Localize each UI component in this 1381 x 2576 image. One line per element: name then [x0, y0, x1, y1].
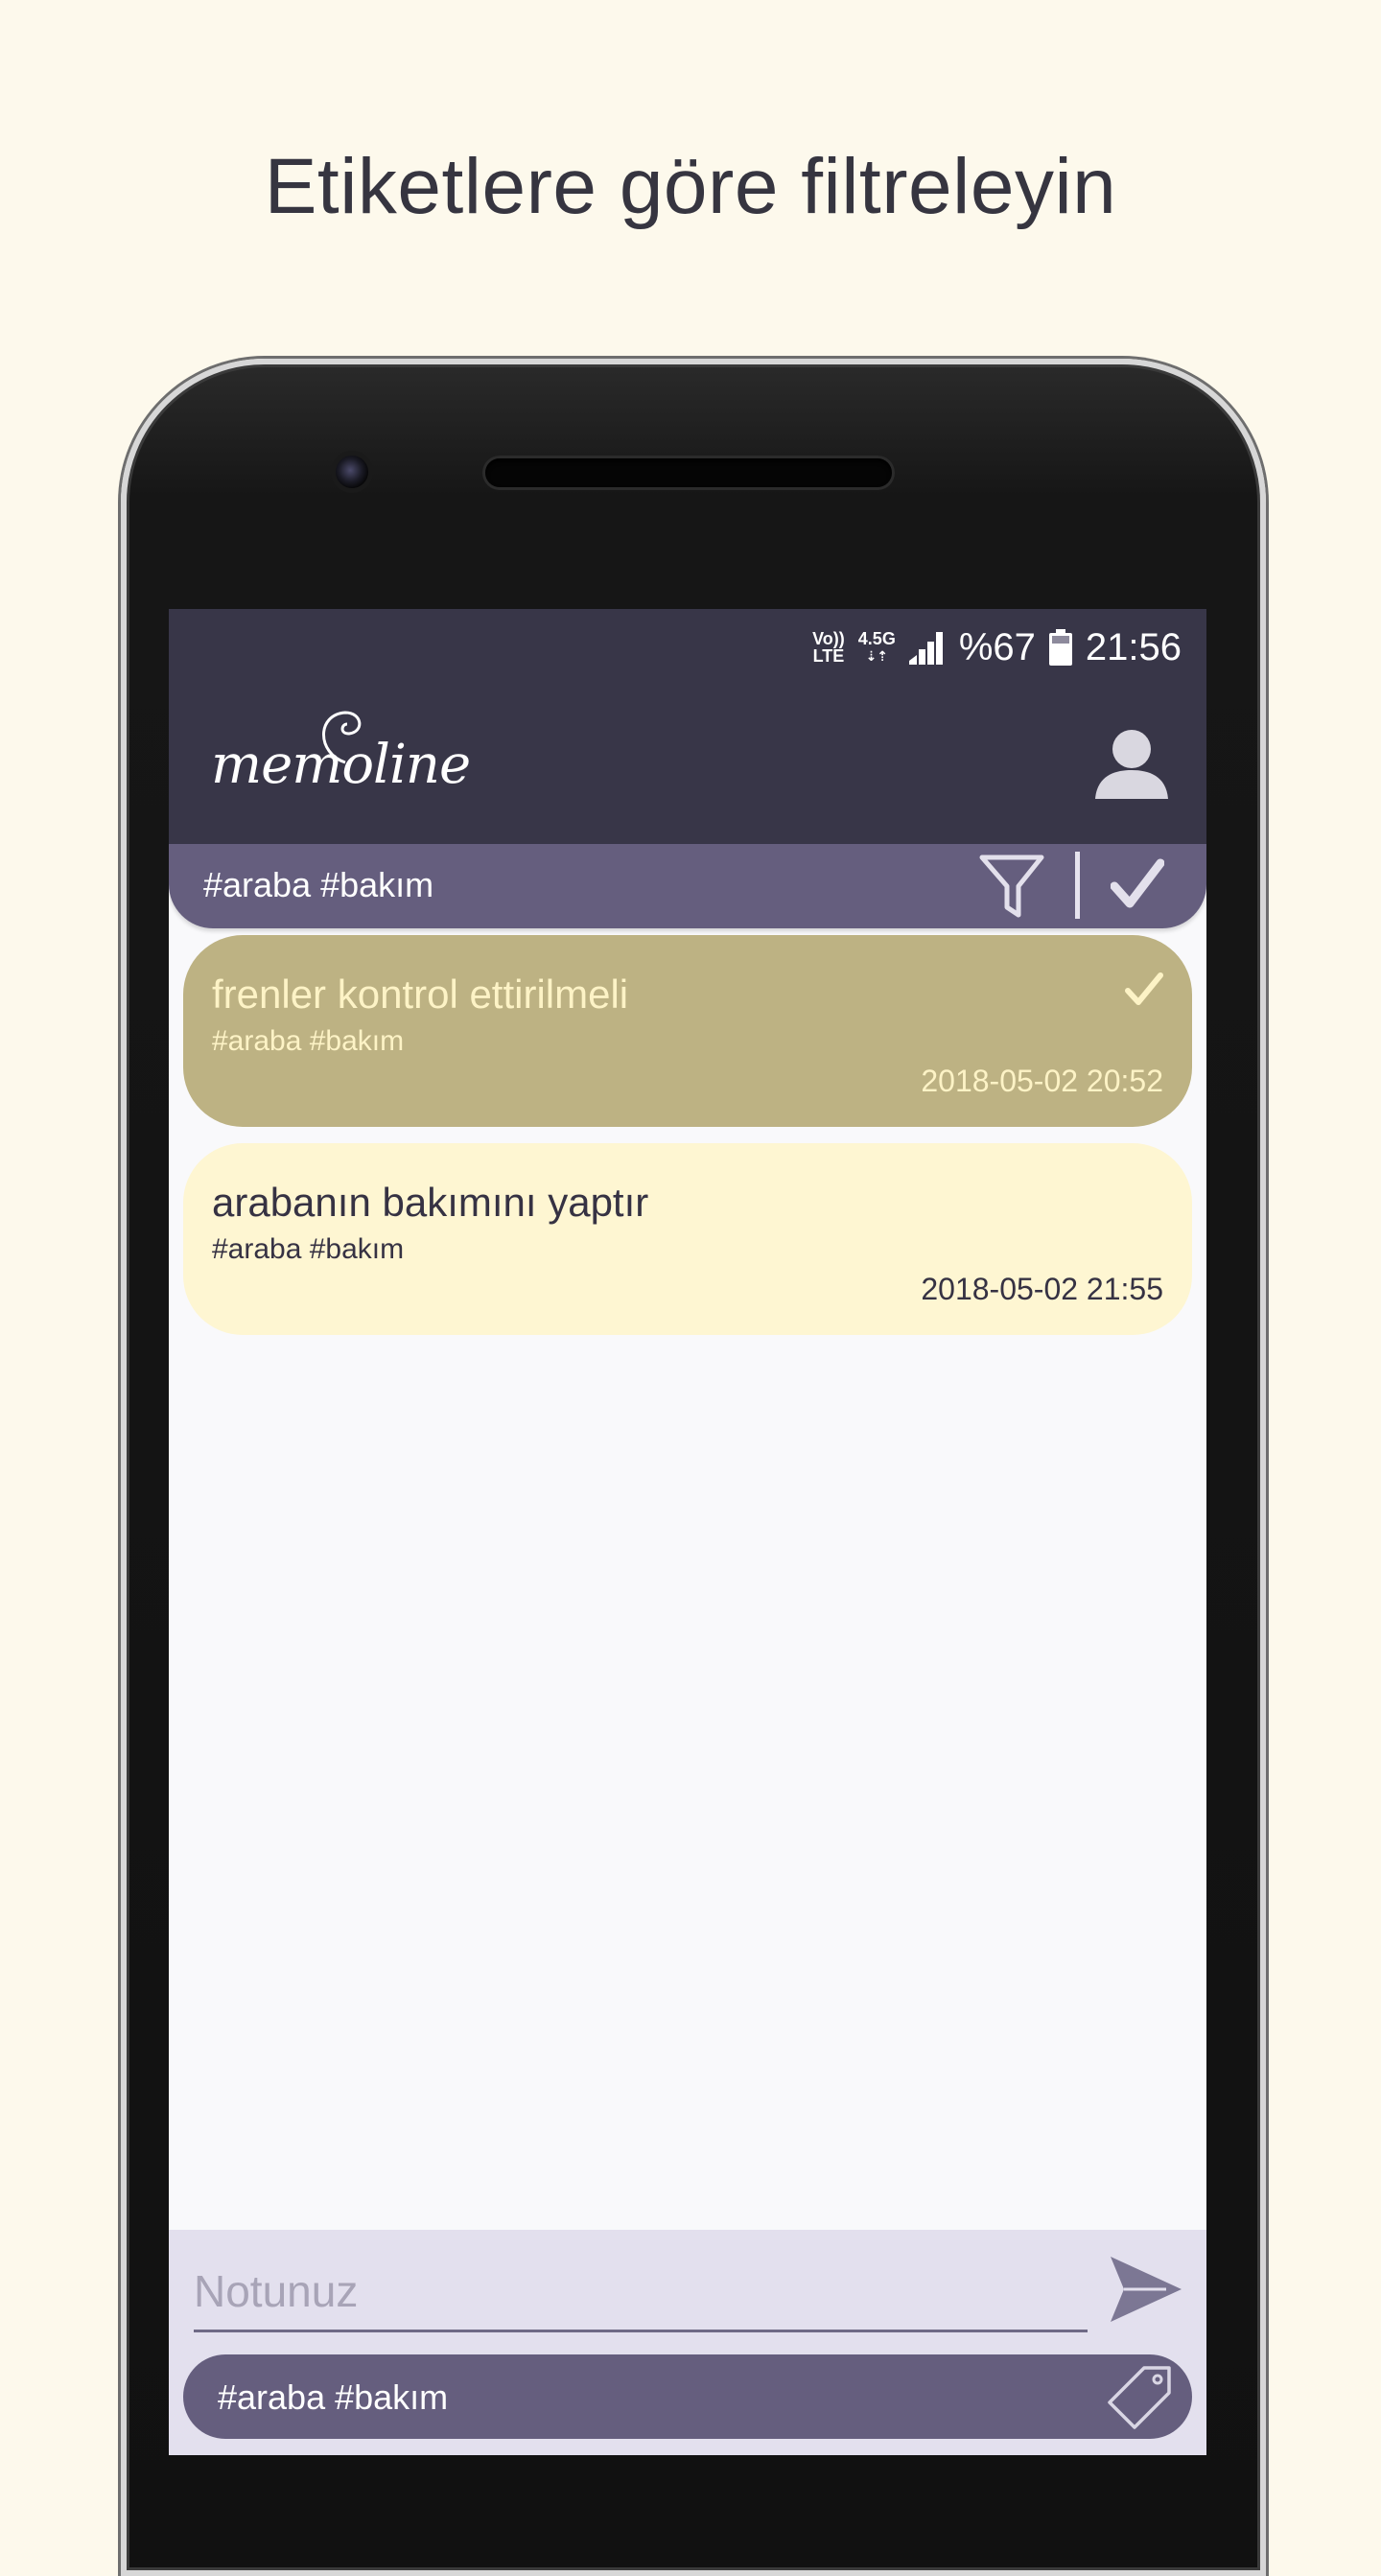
app-bar: memoline — [169, 686, 1206, 844]
signal-icon — [908, 632, 943, 665]
filter-divider — [1075, 852, 1080, 919]
app-screen: Vo)) LTE 4.5G ⇣⇡ %67 21:56 memoline #ara… — [169, 609, 1206, 2455]
note-date: 2018-05-02 21:55 — [921, 1272, 1163, 1306]
earpiece-speaker — [485, 458, 892, 487]
compose-tag-field[interactable]: #araba #bakım — [183, 2354, 1192, 2439]
note-tags: #araba #bakım — [212, 1233, 405, 1265]
logo-swirl-icon — [322, 711, 362, 764]
tag-filter-bar: #araba #bakım — [169, 844, 1206, 928]
compose-tags: #araba #bakım — [218, 2377, 449, 2417]
battery-percent: %67 — [958, 625, 1036, 668]
page-headline: Etiketlere göre filtreleyin — [264, 143, 1117, 230]
apply-filter-check-icon[interactable] — [1111, 857, 1164, 909]
note-input[interactable] — [194, 2253, 1088, 2332]
volte-indicator: Vo)) LTE — [812, 629, 845, 666]
filter-icon[interactable] — [978, 854, 1045, 921]
note-title: arabanın bakımını yaptır — [212, 1180, 649, 1225]
note-title: frenler kontrol ettirilmeli — [212, 972, 629, 1017]
clock: 21:56 — [1085, 625, 1182, 668]
status-bar: Vo)) LTE 4.5G ⇣⇡ %67 21:56 — [169, 609, 1206, 686]
note-tags: #araba #bakım — [212, 1025, 405, 1057]
note-date: 2018-05-02 20:52 — [921, 1064, 1163, 1098]
compose-area: #araba #bakım — [169, 2230, 1206, 2455]
tag-icon[interactable] — [1106, 2364, 1173, 2431]
front-camera — [336, 456, 368, 488]
send-icon[interactable] — [1109, 2255, 1183, 2324]
done-check-icon[interactable] — [1125, 972, 1163, 1006]
app-logo: memoline — [211, 711, 471, 796]
battery-icon — [1048, 629, 1072, 666]
network-indicator: 4.5G ⇣⇡ — [857, 629, 896, 664]
note-card-1[interactable]: frenler kontrol ettirilmeli #araba #bakı… — [183, 935, 1192, 1127]
profile-icon[interactable] — [1093, 726, 1170, 799]
note-card-2[interactable]: arabanın bakımını yaptır #araba #bakım 2… — [183, 1143, 1192, 1335]
active-filter-tags: #araba #bakım — [203, 865, 434, 904]
